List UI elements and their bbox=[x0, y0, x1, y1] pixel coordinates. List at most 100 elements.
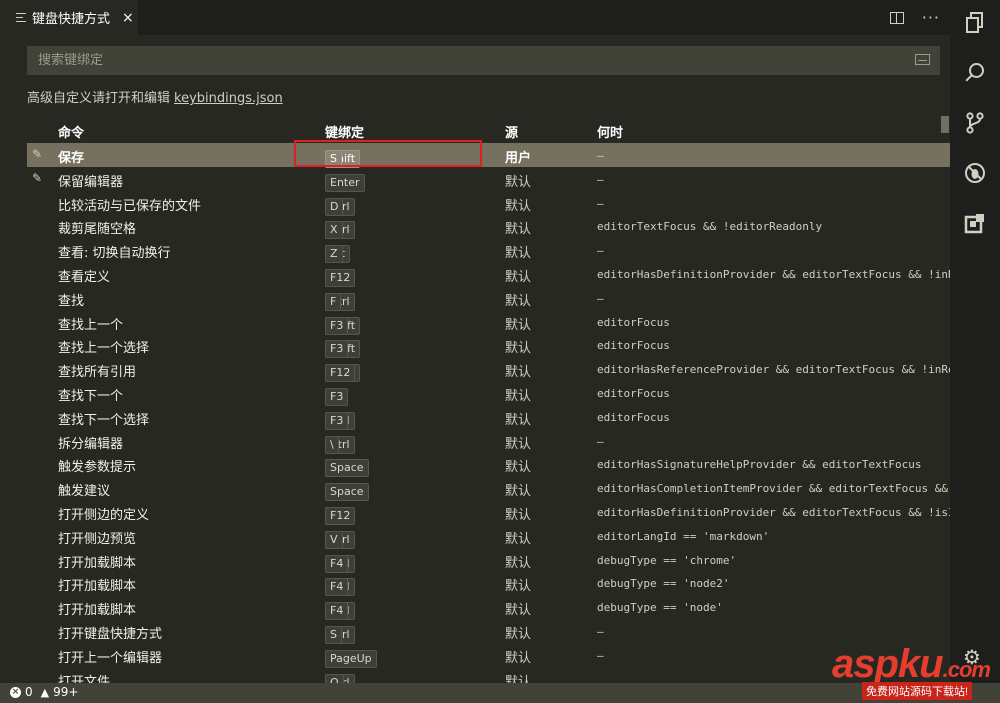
extensions-icon[interactable] bbox=[964, 212, 986, 234]
more-actions-icon[interactable]: ··· bbox=[922, 8, 940, 27]
search-icon[interactable] bbox=[964, 63, 986, 85]
table-row[interactable]: 比较活动与已保存的文件Ctrl+KD默认— bbox=[27, 191, 950, 216]
source-control-icon[interactable] bbox=[964, 112, 986, 134]
source-cell: 用户 bbox=[505, 151, 532, 166]
table-row[interactable]: 打开文件Ctrl+O默认 bbox=[27, 667, 950, 683]
key-cap: F4 bbox=[325, 578, 349, 597]
when-cell: — bbox=[597, 172, 604, 186]
record-keys-icon[interactable] bbox=[915, 54, 930, 65]
command-label: 打开加载脚本 bbox=[58, 579, 137, 595]
table-row[interactable]: 查找下一个 F3 默认 editorFocus bbox=[27, 381, 950, 406]
when-cell: — bbox=[597, 149, 604, 162]
table-row[interactable]: 查看定义Alt+F12默认editorHasDefinitionProvider… bbox=[27, 262, 950, 287]
table-row[interactable]: 拆分编辑器Ctrl+\默认— bbox=[27, 429, 950, 454]
when-cell: — bbox=[597, 244, 604, 258]
tab-title: 键盘快捷方式 bbox=[32, 12, 111, 27]
edit-pencil-icon[interactable]: ✎ bbox=[32, 147, 42, 161]
command-label: 保存 bbox=[58, 151, 85, 166]
key-cap: D bbox=[325, 197, 344, 216]
source-cell: 默认 bbox=[505, 484, 532, 500]
command-label: 打开侧边预览 bbox=[58, 531, 137, 547]
command-label: 打开侧边的定义 bbox=[58, 507, 150, 523]
key-cap: O bbox=[325, 673, 344, 683]
table-row[interactable]: 打开侧边预览Ctrl+KV默认editorLangId == 'markdown… bbox=[27, 524, 950, 549]
split-editor-icon[interactable] bbox=[889, 11, 904, 24]
command-label: 查找下一个 bbox=[58, 388, 124, 404]
table-row[interactable]: 触发参数提示Ctrl+Shift+Space默认editorHasSignatu… bbox=[27, 452, 950, 478]
table-row[interactable]: 打开侧边的定义Ctrl+KF12默认editorHasDefinitionPro… bbox=[27, 500, 950, 525]
key-cap: F3 bbox=[325, 316, 349, 335]
edit-pencil-icon[interactable]: ✎ bbox=[32, 171, 42, 185]
key-cap: Z bbox=[325, 245, 343, 264]
table-row[interactable]: 裁剪尾随空格Ctrl+KCtrl+X默认editorTextFocus && !… bbox=[27, 214, 950, 240]
search-input[interactable] bbox=[27, 46, 887, 75]
command-label: 触发建议 bbox=[58, 484, 111, 500]
command-label: 查看定义 bbox=[58, 269, 111, 285]
table-row[interactable]: 查找Ctrl+F默认— bbox=[27, 286, 950, 311]
command-label: 打开键盘快捷方式 bbox=[58, 626, 163, 642]
table-row[interactable]: 打开加载脚本Ctrl+F4默认debugType == 'node' bbox=[27, 595, 950, 621]
key-cap: X bbox=[325, 221, 343, 240]
source-cell: 默认 bbox=[505, 603, 532, 619]
when-cell: debugType == 'node2' bbox=[597, 577, 730, 591]
table-row[interactable]: 查找所有引用Shift+F12默认editorHasReferenceProvi… bbox=[27, 357, 950, 383]
source-cell: 默认 bbox=[505, 222, 532, 238]
when-cell: debugType == 'node' bbox=[597, 601, 723, 615]
table-row[interactable]: 打开上一个编辑器Ctrl+PageUp默认— bbox=[27, 643, 950, 668]
key-cap: F3 bbox=[325, 340, 349, 359]
table-row[interactable]: ✎保留编辑器Ctrl+KEnter默认— bbox=[27, 167, 950, 192]
command-label: 打开文件 bbox=[58, 674, 111, 683]
column-command: 命令 bbox=[58, 126, 85, 141]
editor-actions: ··· bbox=[889, 0, 944, 35]
source-cell: 默认 bbox=[505, 246, 532, 262]
key-cap: Space bbox=[325, 459, 369, 478]
problems-indicator[interactable]: × 0 ▲ 99+ bbox=[10, 685, 78, 699]
source-cell: 默认 bbox=[505, 198, 532, 214]
error-icon: × bbox=[10, 686, 21, 698]
warning-icon: ▲ bbox=[40, 685, 50, 699]
key-cap: F12 bbox=[325, 364, 356, 383]
key-cap: PageUp bbox=[325, 649, 377, 668]
command-label: 查找 bbox=[58, 293, 85, 309]
table-row[interactable]: 打开加载脚本Ctrl+F4默认debugType == 'node2' bbox=[27, 571, 950, 597]
table-row[interactable]: 查找上一个Shift+F3默认editorFocus bbox=[27, 310, 950, 335]
keybinding-search bbox=[27, 46, 940, 75]
column-keybinding: 键绑定 bbox=[325, 126, 365, 141]
explorer-icon[interactable] bbox=[964, 12, 986, 34]
when-cell: editorHasDefinitionProvider && editorTex… bbox=[597, 505, 950, 519]
source-cell: 默认 bbox=[505, 317, 532, 333]
scrollbar-thumb[interactable] bbox=[941, 116, 949, 133]
table-row[interactable]: 查看: 切换自动换行Alt+Z默认— bbox=[27, 238, 950, 264]
table-row[interactable]: ✎保存Ctrl+Shift+S用户— bbox=[27, 143, 950, 168]
source-cell: 默认 bbox=[505, 293, 532, 309]
command-label: 拆分编辑器 bbox=[58, 436, 124, 452]
table-row[interactable]: 查找上一个选择Ctrl+Shift+F3默认editorFocus bbox=[27, 333, 950, 359]
key-cap: Space bbox=[325, 483, 369, 502]
debug-icon[interactable] bbox=[964, 162, 986, 184]
close-icon[interactable]: × bbox=[122, 10, 134, 26]
command-label: 裁剪尾随空格 bbox=[58, 222, 137, 238]
table-row[interactable]: 查找下一个选择Ctrl+F3默认editorFocus bbox=[27, 405, 950, 430]
command-label: 打开上一个编辑器 bbox=[58, 650, 163, 666]
source-cell: 默认 bbox=[505, 174, 532, 190]
command-label: 查找上一个 bbox=[58, 317, 124, 333]
keybindings-json-link[interactable]: keybindings.json bbox=[174, 91, 283, 106]
command-label: 打开加载脚本 bbox=[58, 603, 137, 619]
watermark-tagline: 免费网站源码下载站! bbox=[862, 682, 973, 700]
warning-count: 99+ bbox=[53, 685, 79, 699]
table-row[interactable]: 打开加载脚本Ctrl+F4默认debugType == 'chrome' bbox=[27, 548, 950, 573]
when-cell: — bbox=[597, 648, 604, 662]
source-cell: 默认 bbox=[505, 460, 532, 476]
when-cell: editorTextFocus && !editorReadonly bbox=[597, 220, 823, 234]
when-cell: debugType == 'chrome' bbox=[597, 553, 737, 567]
source-cell: 默认 bbox=[505, 365, 532, 381]
table-header: 命令 键绑定 源 何时 bbox=[27, 118, 950, 142]
source-cell: 默认 bbox=[505, 388, 532, 404]
when-cell: editorHasReferenceProvider && editorText… bbox=[597, 363, 950, 377]
table-row[interactable]: 打开键盘快捷方式Ctrl+KCtrl+S默认— bbox=[27, 619, 950, 644]
when-cell: editorLangId == 'markdown' bbox=[597, 529, 770, 543]
when-cell: — bbox=[597, 624, 604, 638]
table-row[interactable]: 触发建议Ctrl+Space默认editorHasCompletionItemP… bbox=[27, 476, 950, 502]
tab-keyboard-shortcuts[interactable]: 键盘快捷方式 × bbox=[0, 0, 138, 35]
key-cap: F bbox=[325, 292, 342, 311]
